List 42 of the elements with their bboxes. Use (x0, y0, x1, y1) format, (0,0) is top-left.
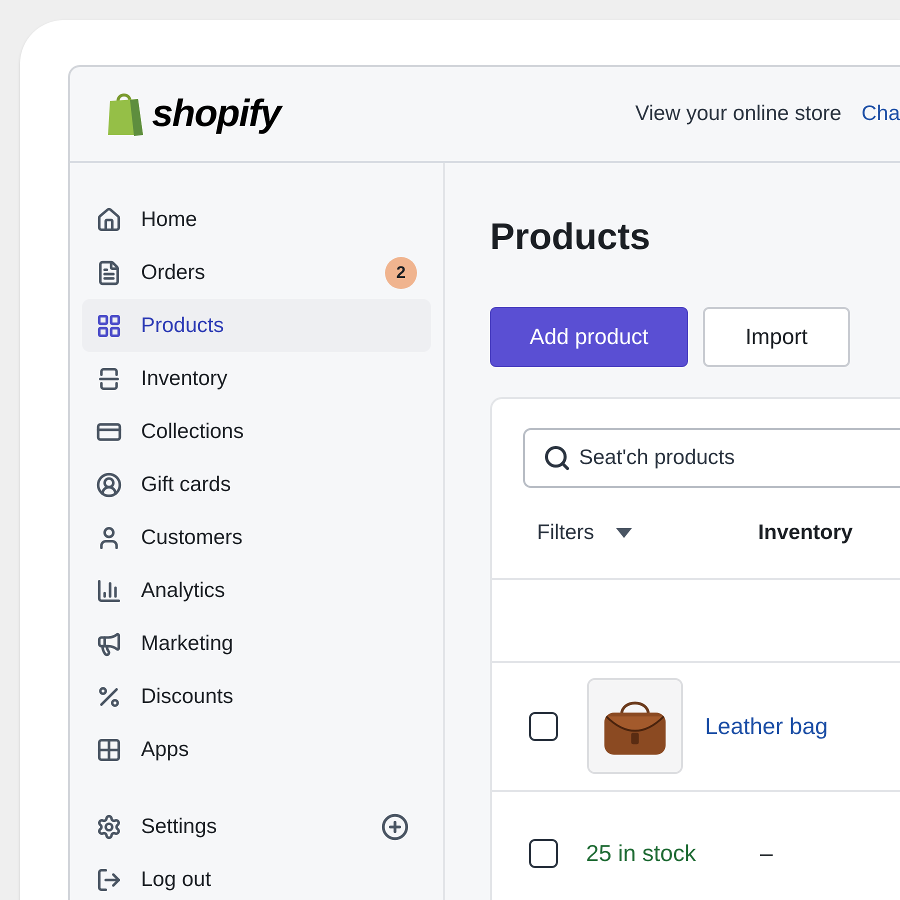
sidebar-item[interactable]: Log out (82, 853, 431, 900)
count-badge: 2 (385, 256, 417, 288)
sidebar-item[interactable]: Customers (82, 511, 431, 564)
sidebar-item[interactable]: Discounts (82, 670, 431, 723)
logo-text: shopify (152, 86, 280, 142)
sidebar-item[interactable]: Gift cards (82, 458, 431, 511)
row-checkbox[interactable] (529, 839, 558, 868)
logout-icon (96, 866, 122, 892)
shopping-bag-logo-icon (106, 91, 144, 137)
table-cell-text: – (760, 839, 773, 868)
box-icon (96, 366, 122, 392)
sidebar-item[interactable]: Home (82, 193, 431, 246)
add-icon[interactable] (381, 812, 409, 840)
user-circle-icon (96, 472, 122, 498)
search-field[interactable]: Seat'ch products (523, 428, 900, 488)
filters-dropdown[interactable]: Filters (537, 516, 632, 548)
sidebar-item[interactable]: Collections (82, 405, 431, 458)
sidebar-item[interactable]: Products (82, 299, 431, 352)
search-icon (543, 444, 571, 472)
stock-cell-text: 25 in stock (586, 839, 696, 868)
header-link[interactable]: Cha (861, 98, 900, 130)
page-title: Products (490, 215, 652, 259)
settings-icon (96, 814, 122, 840)
sidebar-item[interactable]: Inventory (82, 352, 431, 405)
document-icon (96, 260, 122, 286)
megaphone-icon (96, 630, 122, 656)
caret-icon (616, 528, 632, 538)
row-checkbox[interactable] (529, 712, 558, 740)
home-icon (96, 206, 122, 232)
add-product-button[interactable]: Add product (490, 306, 688, 366)
sidebar-item[interactable]: Marketing (82, 617, 431, 670)
sidebar-item[interactable]: Orders 2 (82, 246, 431, 299)
apps-icon (96, 736, 122, 762)
column-header: Inventory (758, 520, 853, 546)
grid-icon (96, 312, 122, 338)
sidebar-item[interactable]: Settings (82, 800, 431, 853)
bar-chart-icon (96, 578, 122, 604)
product-link[interactable]: Leather bag (705, 708, 828, 744)
store-link[interactable]: View your online store (635, 98, 842, 130)
sidebar-item[interactable]: Apps (82, 723, 431, 776)
import-button[interactable]: Import (703, 306, 850, 366)
sidebar-item[interactable]: Analytics (82, 564, 431, 617)
